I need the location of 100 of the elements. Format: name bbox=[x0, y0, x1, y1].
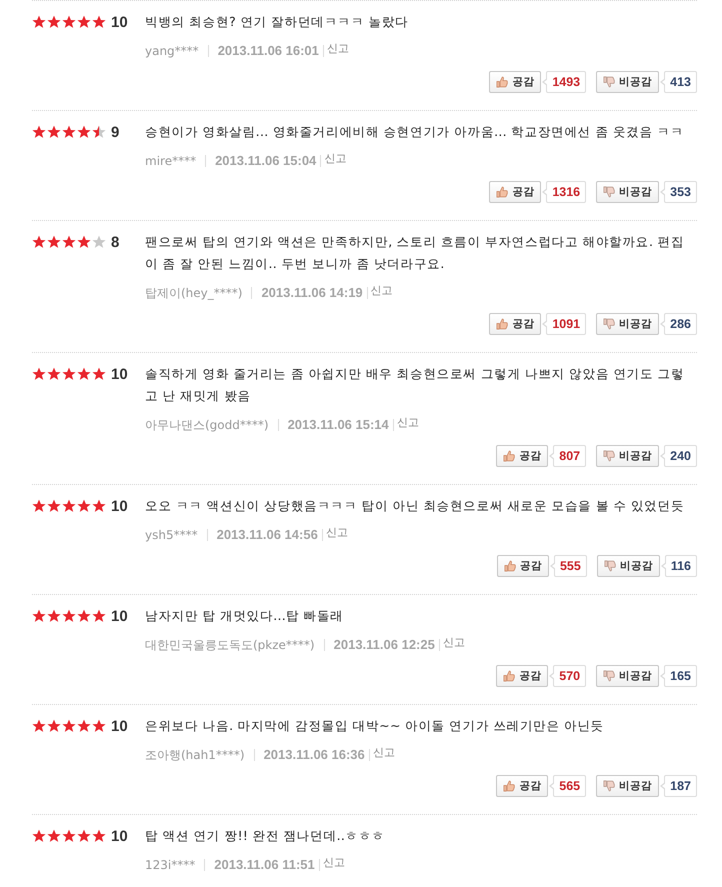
thumbs-down-icon bbox=[603, 450, 616, 462]
thumbs-down-icon bbox=[604, 560, 616, 572]
report-link[interactable]: 신고 bbox=[322, 856, 345, 870]
star-icon bbox=[32, 235, 46, 249]
dislike-button[interactable]: 비공감 bbox=[596, 313, 660, 335]
like-button[interactable]: 공감 bbox=[496, 555, 549, 577]
like-count: 565 bbox=[548, 775, 586, 797]
star-icon bbox=[62, 499, 76, 513]
comment-date: 2013.11.06 11:51 bbox=[214, 856, 315, 874]
comment-text: 팬으로써 탑의 연기와 액션은 만족하지만, 스토리 흐름이 부자연스럽다고 해야할까요. 편집이 좀 잘 안된 느낌이.. 두번 보니까 좀 낫더라구요. bbox=[145, 233, 686, 273]
report-link[interactable]: 신고 bbox=[324, 152, 346, 166]
thumbs-up-icon bbox=[496, 76, 508, 88]
dislike-count: 413 bbox=[659, 71, 697, 93]
rating-score: 8 bbox=[111, 234, 120, 250]
comment-text: 솔직하게 영화 줄거리는 좀 아쉽지만 배우 최승현으로써 그렇게 나쁘지 않았음 연기도 그렇고 난 재밋게 봤음 bbox=[145, 365, 686, 405]
star-icon bbox=[47, 829, 61, 843]
star-icon bbox=[92, 125, 106, 139]
dislike-count: 286 bbox=[659, 313, 697, 335]
dislike-button[interactable]: 비공감 bbox=[596, 555, 660, 577]
rating-score: 10 bbox=[111, 498, 128, 514]
comment-text: 남자지만 탑 개멋있다...탑 빠돌래 bbox=[145, 607, 345, 625]
thumbs-down-icon bbox=[603, 76, 616, 88]
username: 대한민국울릉도독도(pkze****) bbox=[145, 637, 315, 654]
comment-text: 은위보다 나음. 마지막에 감정몰입 대박~~ 아이돌 연기가 쓰레기만은 아닌듯 bbox=[145, 717, 606, 735]
star-icon bbox=[92, 235, 106, 249]
rating-score: 10 bbox=[111, 608, 128, 624]
dislike-button[interactable]: 비공감 bbox=[596, 181, 660, 203]
star-icon bbox=[32, 15, 46, 29]
comment-date: 2013.11.06 15:14 bbox=[288, 416, 389, 434]
thumbs-up-icon bbox=[496, 318, 508, 330]
star-icon bbox=[62, 719, 76, 733]
username: 아무나댄스(godd****) bbox=[145, 417, 269, 434]
dislike-button[interactable]: 비공감 bbox=[596, 445, 660, 467]
star-icon bbox=[47, 15, 61, 29]
star-icon bbox=[92, 499, 106, 513]
like-count: 1091 bbox=[541, 313, 586, 335]
like-button[interactable]: 공감 bbox=[496, 775, 548, 797]
like-count: 1493 bbox=[541, 71, 586, 93]
thumbs-up-icon bbox=[504, 560, 516, 572]
comment-date: 2013.11.06 15:04 bbox=[215, 152, 316, 170]
rating-score: 9 bbox=[111, 124, 120, 140]
thumbs-up-icon bbox=[496, 186, 508, 198]
thumbs-down-icon bbox=[603, 318, 616, 330]
rating-score: 10 bbox=[111, 718, 128, 734]
rating-score: 10 bbox=[111, 14, 128, 30]
dislike-count: 240 bbox=[659, 445, 697, 467]
star-icon bbox=[62, 235, 76, 249]
report-link[interactable]: 신고 bbox=[326, 526, 348, 540]
star-icon bbox=[92, 719, 106, 733]
star-icon bbox=[92, 367, 106, 381]
comment-text: 탑 액션 연기 짱!! 완전 잼나던데..ㅎㅎㅎ bbox=[145, 827, 386, 845]
thumbs-up-icon bbox=[503, 670, 516, 682]
like-button[interactable]: 공감 bbox=[489, 181, 542, 203]
like-count: 570 bbox=[548, 665, 586, 687]
star-icon bbox=[92, 15, 106, 29]
star-icon bbox=[92, 609, 106, 623]
star-icon bbox=[62, 15, 76, 29]
comment-date: 2013.11.06 16:01 bbox=[218, 42, 319, 60]
star-icon bbox=[62, 609, 76, 623]
report-link[interactable]: 신고 bbox=[442, 636, 465, 650]
star-icon bbox=[32, 719, 46, 733]
like-count: 807 bbox=[548, 445, 586, 467]
report-link[interactable]: 신고 bbox=[396, 416, 419, 430]
dislike-button[interactable]: 비공감 bbox=[596, 665, 660, 687]
star-icon bbox=[77, 367, 91, 381]
thumbs-up-icon bbox=[503, 780, 516, 792]
dislike-button[interactable]: 비공감 bbox=[596, 775, 660, 797]
report-link[interactable]: 신고 bbox=[372, 746, 395, 760]
star-icon bbox=[47, 235, 61, 249]
comment-date: 2013.11.06 14:56 bbox=[216, 526, 318, 544]
dislike-count: 165 bbox=[659, 665, 697, 687]
like-button[interactable]: 공감 bbox=[489, 71, 542, 93]
like-count: 1316 bbox=[541, 181, 586, 203]
dislike-button[interactable]: 비공감 bbox=[596, 71, 660, 93]
report-link[interactable]: 신고 bbox=[370, 284, 393, 298]
like-button[interactable]: 공감 bbox=[496, 665, 548, 687]
username: 탑제이(hey_****) bbox=[145, 285, 242, 302]
dislike-count: 116 bbox=[660, 555, 697, 577]
like-count: 555 bbox=[548, 555, 587, 577]
star-icon bbox=[47, 609, 61, 623]
star-icon bbox=[77, 15, 91, 29]
star-icon bbox=[32, 609, 46, 623]
comment-text: 오오 ㅋㅋ 액션신이 상당했음ㅋㅋㅋ 탑이 아닌 최승현으로써 새로운 모습을 볼 수 있었던듯 bbox=[145, 497, 686, 515]
like-button[interactable]: 공감 bbox=[496, 445, 548, 467]
username: 123i**** bbox=[145, 857, 196, 874]
thumbs-down-icon bbox=[603, 780, 616, 792]
report-link[interactable]: 신고 bbox=[326, 42, 349, 56]
like-button[interactable]: 공감 bbox=[489, 313, 542, 335]
star-icon bbox=[62, 829, 76, 843]
comment-date: 2013.11.06 12:25 bbox=[334, 636, 435, 654]
comment-text: 승현이가 영화살림... 영화줄거리에비해 승현연기가 아까움... 학교장면에선 좀 웃겼음 ㅋㅋ bbox=[145, 123, 685, 141]
username: mire**** bbox=[145, 153, 196, 170]
star-icon bbox=[77, 829, 91, 843]
star-icon bbox=[47, 367, 61, 381]
star-icon bbox=[32, 125, 46, 139]
thumbs-up-icon bbox=[503, 450, 516, 462]
username: yang**** bbox=[145, 43, 199, 60]
star-icon bbox=[47, 125, 61, 139]
rating-score: 10 bbox=[111, 828, 128, 844]
dislike-count: 353 bbox=[659, 181, 697, 203]
